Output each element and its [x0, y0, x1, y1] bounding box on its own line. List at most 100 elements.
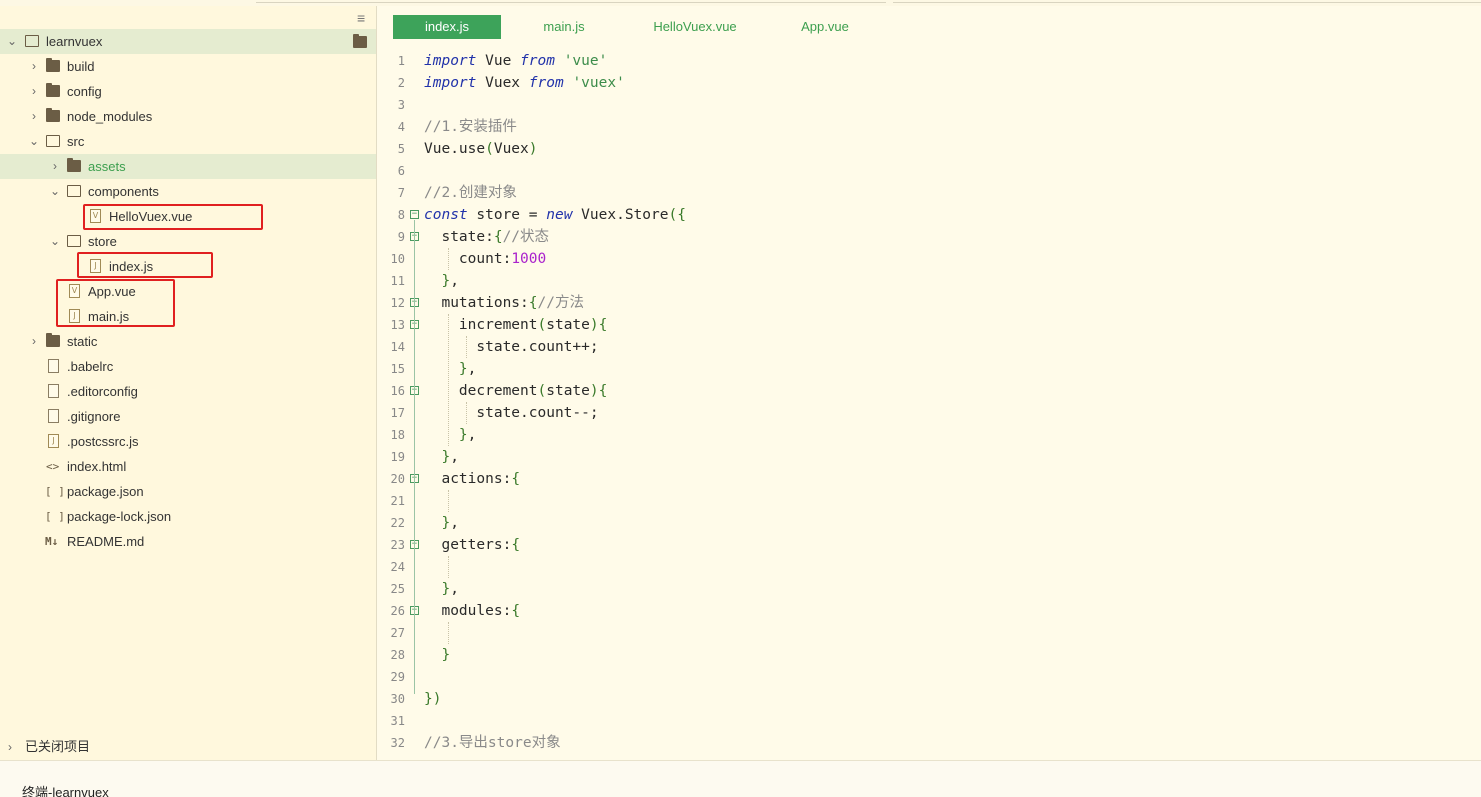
code-line[interactable]: 2 import Vuex from 'vuex': [378, 72, 1481, 94]
tree-item-build[interactable]: › build: [0, 54, 376, 79]
tab-index-js[interactable]: index.js: [393, 15, 501, 39]
line-number: 9: [397, 230, 405, 244]
code-line[interactable]: 26− modules:{: [378, 600, 1481, 622]
closed-projects-section[interactable]: › 已关闭项目: [0, 734, 376, 760]
line-number: 15: [390, 362, 405, 376]
code-line[interactable]: 12− mutations:{//方法: [378, 292, 1481, 314]
code-line[interactable]: 16− decrement(state){: [378, 380, 1481, 402]
chevron-down-icon[interactable]: ⌄: [49, 229, 61, 254]
code-line[interactable]: 23− getters:{: [378, 534, 1481, 556]
tree-item-babelrc[interactable]: .babelrc: [0, 354, 376, 379]
code-editor[interactable]: 1 import Vue from 'vue' 2 import Vuex from …: [378, 46, 1481, 760]
line-number: 28: [390, 648, 405, 662]
fold-toggle-icon[interactable]: −: [410, 210, 419, 219]
code-line[interactable]: 24: [378, 556, 1481, 578]
code-line[interactable]: 9− state:{//状态: [378, 226, 1481, 248]
code-text: //1.安装插件: [424, 119, 517, 135]
tab-app-vue[interactable]: App.vue: [788, 15, 862, 39]
code-line[interactable]: 21: [378, 490, 1481, 512]
tree-item-src[interactable]: ⌄ src: [0, 129, 376, 154]
code-line[interactable]: 17 state.count--;: [378, 402, 1481, 424]
line-number: 17: [390, 406, 405, 420]
line-number: 7: [397, 186, 405, 200]
tree-item-gitignore[interactable]: .gitignore: [0, 404, 376, 429]
tab-hellovuex-vue[interactable]: HelloVuex.vue: [640, 15, 750, 39]
tree-item-store[interactable]: ⌄ store: [0, 229, 376, 254]
folder-icon: [46, 58, 60, 72]
code-line[interactable]: 11 },: [378, 270, 1481, 292]
tree-item-editorconfig[interactable]: .editorconfig: [0, 379, 376, 404]
code-line[interactable]: 30}): [378, 688, 1481, 710]
code-line[interactable]: 29: [378, 666, 1481, 688]
top-strip-segment: [893, 0, 1481, 3]
chevron-right-icon[interactable]: ›: [49, 154, 61, 179]
code-line[interactable]: 1 import Vue from 'vue': [378, 50, 1481, 72]
code-line[interactable]: 14 state.count++;: [378, 336, 1481, 358]
tree-item-label: config: [67, 84, 102, 99]
code-text: },: [458, 361, 477, 377]
tree-root-learnvuex[interactable]: ⌄ learnvuex: [0, 29, 376, 54]
line-number: 27: [390, 626, 405, 640]
code-line[interactable]: 4 //1.安装插件: [378, 116, 1481, 138]
code-line[interactable]: 31: [378, 710, 1481, 732]
code-line[interactable]: 25 },: [378, 578, 1481, 600]
code-line[interactable]: 7 //2.创建对象: [378, 182, 1481, 204]
code-text: },: [458, 427, 477, 443]
editor-tabs: index.js main.js HelloVuex.vue App.vue: [378, 6, 1481, 46]
tree-item-assets[interactable]: › assets: [0, 154, 376, 179]
chevron-right-icon[interactable]: ›: [28, 104, 40, 129]
line-number: 6: [397, 164, 405, 178]
folder-icon[interactable]: [353, 34, 367, 48]
tree-item-static[interactable]: › static: [0, 329, 376, 354]
chevron-right-icon[interactable]: ›: [8, 734, 12, 760]
code-line[interactable]: 28 }: [378, 644, 1481, 666]
annotation-box: [56, 279, 175, 327]
chevron-down-icon[interactable]: ⌄: [49, 179, 61, 204]
tab-main-js[interactable]: main.js: [528, 15, 600, 39]
js-file-icon: J: [48, 434, 59, 448]
code-line[interactable]: 5 Vue.use(Vuex): [378, 138, 1481, 160]
tree-item-package-json[interactable]: [ ] package.json: [0, 479, 376, 504]
chevron-down-icon[interactable]: ⌄: [28, 129, 40, 154]
tree-item-config[interactable]: › config: [0, 79, 376, 104]
tree-item-readme-md[interactable]: M↓ README.md: [0, 529, 376, 554]
menu-icon[interactable]: ≡: [357, 11, 365, 25]
tree-item-components[interactable]: ⌄ components: [0, 179, 376, 204]
line-number: 30: [390, 692, 405, 706]
tree-item-label: node_modules: [67, 109, 153, 124]
code-line[interactable]: 15 },: [378, 358, 1481, 380]
code-line[interactable]: 3: [378, 94, 1481, 116]
folder-icon: [46, 108, 60, 122]
file-icon: [48, 409, 59, 423]
chevron-right-icon[interactable]: ›: [28, 54, 40, 79]
code-line[interactable]: 22 },: [378, 512, 1481, 534]
tree-item-index-html[interactable]: <> index.html: [0, 454, 376, 479]
code-line[interactable]: 27: [378, 622, 1481, 644]
terminal-panel[interactable]: 终端-learnvuex: [0, 760, 1481, 797]
tree-item-label: build: [67, 59, 95, 74]
tree-item-label: package.json: [67, 484, 144, 499]
code-line[interactable]: 20− actions:{: [378, 468, 1481, 490]
closed-projects-label: 已关闭项目: [25, 739, 91, 754]
code-line[interactable]: 32 //3.导出store对象: [378, 732, 1481, 754]
code-line[interactable]: 6: [378, 160, 1481, 182]
tree-item-node-modules[interactable]: › node_modules: [0, 104, 376, 129]
code-line[interactable]: 10 count:1000: [378, 248, 1481, 270]
code-text: count:1000: [424, 251, 547, 267]
line-number: 23: [390, 538, 405, 552]
folder-icon: [67, 158, 81, 172]
chevron-down-icon[interactable]: ⌄: [6, 29, 18, 54]
line-number: 16: [390, 384, 405, 398]
code-line[interactable]: 8− const store = new Vuex.Store({: [378, 204, 1481, 226]
tree-item-postcssrc-js[interactable]: J .postcssrc.js: [0, 429, 376, 454]
code-line[interactable]: 19 },: [378, 446, 1481, 468]
code-line[interactable]: 18 },: [378, 424, 1481, 446]
line-number: 2: [397, 76, 405, 90]
code-line[interactable]: 13− increment(state){: [378, 314, 1481, 336]
chevron-right-icon[interactable]: ›: [28, 329, 40, 354]
line-number: 32: [390, 736, 405, 750]
folder-open-icon: [67, 235, 81, 247]
chevron-right-icon[interactable]: ›: [28, 79, 40, 104]
tree-item-package-lock-json[interactable]: [ ] package-lock.json: [0, 504, 376, 529]
line-number: 12: [390, 296, 405, 310]
